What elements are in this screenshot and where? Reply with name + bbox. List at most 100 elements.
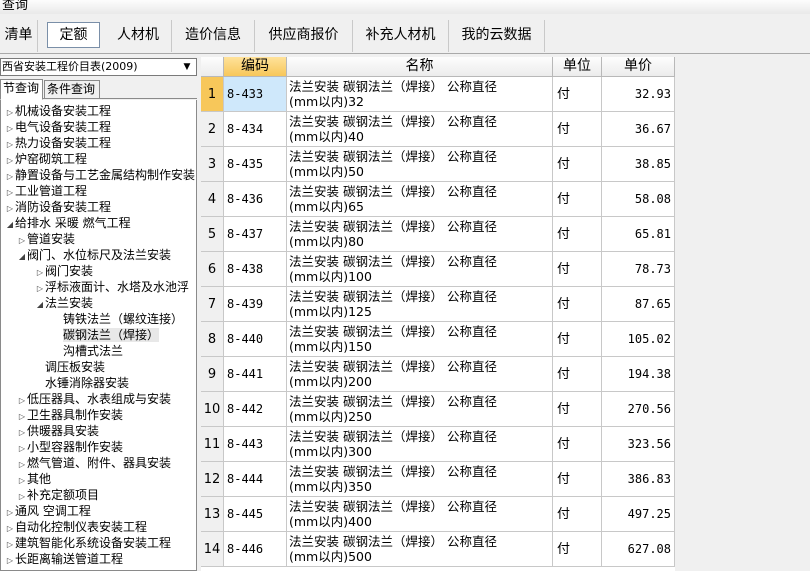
cell-name[interactable]: 法兰安装 碳钢法兰（焊接） 公称直径 (mm以内)300 (287, 427, 553, 462)
cell-name[interactable]: 法兰安装 碳钢法兰（焊接） 公称直径 (mm以内)32 (287, 77, 553, 112)
cell-code[interactable]: 8-438 (224, 252, 287, 287)
tree-item[interactable]: ▷ 通风 空调工程 (5, 503, 91, 519)
cell-code[interactable]: 8-435 (224, 147, 287, 182)
cell-code[interactable]: 8-443 (224, 427, 287, 462)
cell-code[interactable]: 8-436 (224, 182, 287, 217)
tree-item[interactable]: ▷ 管道安装 (17, 231, 75, 247)
cell-unit[interactable]: 付 (553, 287, 602, 322)
header-unit[interactable]: 单位 (553, 57, 602, 77)
cell-unit[interactable]: 付 (553, 462, 602, 497)
tree-item[interactable]: 铸铁法兰（螺纹连接） (53, 311, 183, 327)
cell-unit[interactable]: 付 (553, 252, 602, 287)
tree-item[interactable]: ▷ 热力设备安装工程 (5, 135, 111, 151)
table-row[interactable]: 2 8-434 法兰安装 碳钢法兰（焊接） 公称直径 (mm以内)40 付 36.67 (201, 112, 675, 147)
tree-item[interactable]: ◢ 给排水 采暖 燃气工程 (5, 215, 131, 231)
cell-price[interactable]: 87.65 (602, 287, 675, 322)
cell-name[interactable]: 法兰安装 碳钢法兰（焊接） 公称直径 (mm以内)350 (287, 462, 553, 497)
cell-name[interactable]: 法兰安装 碳钢法兰（焊接） 公称直径 (mm以内)65 (287, 182, 553, 217)
cell-code[interactable]: 8-433 (224, 77, 287, 112)
header-price[interactable]: 单价 (602, 57, 675, 77)
table-row[interactable]: 11 8-443 法兰安装 碳钢法兰（焊接） 公称直径 (mm以内)300 付 323.5… (201, 427, 675, 462)
cell-code[interactable]: 8-442 (224, 392, 287, 427)
cell-name[interactable]: 法兰安装 碳钢法兰（焊接） 公称直径 (mm以内)50 (287, 147, 553, 182)
cell-name[interactable]: 法兰安装 碳钢法兰（焊接） 公称直径 (mm以内)40 (287, 112, 553, 147)
tree-item[interactable]: ▷ 供暖器具安装 (17, 423, 99, 439)
header-name[interactable]: 名称 (287, 57, 553, 77)
table-row[interactable]: 4 8-436 法兰安装 碳钢法兰（焊接） 公称直径 (mm以内)65 付 58.08 (201, 182, 675, 217)
tab-section-query[interactable]: 节查询 (0, 79, 43, 100)
cell-unit[interactable]: 付 (553, 497, 602, 532)
tab-quota[interactable]: 定额 (47, 22, 100, 48)
tree-item[interactable]: ▷ 炉窑砌筑工程 (5, 151, 87, 167)
tree-item[interactable]: ▷ 电气设备安装工程 (5, 119, 111, 135)
cell-unit[interactable]: 付 (553, 322, 602, 357)
cell-unit[interactable]: 付 (553, 532, 602, 567)
tree-item[interactable]: 沟槽式法兰 (53, 343, 123, 359)
cell-unit[interactable]: 付 (553, 77, 602, 112)
cell-unit[interactable]: 付 (553, 357, 602, 392)
cell-unit[interactable]: 付 (553, 217, 602, 252)
table-row[interactable]: 10 8-442 法兰安装 碳钢法兰（焊接） 公称直径 (mm以内)250 付 270.5… (201, 392, 675, 427)
table-row[interactable]: 14 8-446 法兰安装 碳钢法兰（焊接） 公称直径 (mm以内)500 付 627.0… (201, 532, 675, 567)
tree-item[interactable]: ▷ 阀门安装 (35, 263, 93, 279)
tree-item[interactable]: ▷ 消防设备安装工程 (5, 199, 111, 215)
table-row[interactable]: 9 8-441 法兰安装 碳钢法兰（焊接） 公称直径 (mm以内)200 付 194.38 (201, 357, 675, 392)
cell-code[interactable]: 8-445 (224, 497, 287, 532)
cell-price[interactable]: 105.02 (602, 322, 675, 357)
tab-bill-list[interactable]: 清单 (0, 20, 38, 52)
expand-triangle-icon[interactable]: ▷ (5, 553, 15, 569)
tree-item[interactable]: ▷ 燃气管道、附件、器具安装 (17, 455, 171, 471)
table-row[interactable]: 5 8-437 法兰安装 碳钢法兰（焊接） 公称直径 (mm以内)80 付 65.81 (201, 217, 675, 252)
dropdown-arrow-icon[interactable]: ▼ (180, 60, 194, 74)
tree-item[interactable]: ▷ 建筑智能化系统设备安装工程 (5, 535, 171, 551)
tree-item[interactable]: ◢ 阀门、水位标尺及法兰安装 (17, 247, 171, 263)
tab-cost-info[interactable]: 造价信息 (172, 20, 255, 52)
tree-item[interactable]: ▷ 其他 (17, 471, 51, 487)
tree-item[interactable]: ◢ 法兰安装 (35, 295, 93, 311)
tree-item[interactable]: ▷ 卫生器具制作安装 (17, 407, 123, 423)
cell-price[interactable]: 78.73 (602, 252, 675, 287)
table-row[interactable]: 13 8-445 法兰安装 碳钢法兰（焊接） 公称直径 (mm以内)400 付 497.2… (201, 497, 675, 532)
table-row[interactable]: 1 8-433 法兰安装 碳钢法兰（焊接） 公称直径 (mm以内)32 付 32.93 (201, 77, 675, 112)
cell-unit[interactable]: 付 (553, 182, 602, 217)
cell-code[interactable]: 8-439 (224, 287, 287, 322)
table-row[interactable]: 7 8-439 法兰安装 碳钢法兰（焊接） 公称直径 (mm以内)125 付 87.65 (201, 287, 675, 322)
tab-my-cloud-data[interactable]: 我的云数据 (449, 20, 545, 52)
cell-price[interactable]: 386.83 (602, 462, 675, 497)
cell-name[interactable]: 法兰安装 碳钢法兰（焊接） 公称直径 (mm以内)200 (287, 357, 553, 392)
cell-name[interactable]: 法兰安装 碳钢法兰（焊接） 公称直径 (mm以内)500 (287, 532, 553, 567)
cell-code[interactable]: 8-446 (224, 532, 287, 567)
cell-price[interactable]: 194.38 (602, 357, 675, 392)
cell-unit[interactable]: 付 (553, 112, 602, 147)
tree-item[interactable]: ▷ 静置设备与工艺金属结构制作安装 (5, 167, 195, 183)
table-row[interactable]: 12 8-444 法兰安装 碳钢法兰（焊接） 公称直径 (mm以内)350 付 386.8… (201, 462, 675, 497)
tree-item[interactable]: ▷ 自动化控制仪表安装工程 (5, 519, 147, 535)
cell-name[interactable]: 法兰安装 碳钢法兰（焊接） 公称直径 (mm以内)125 (287, 287, 553, 322)
cell-price[interactable]: 58.08 (602, 182, 675, 217)
quota-library-select[interactable]: 西省安装工程价目表(2009) ▼ (0, 58, 197, 76)
cell-unit[interactable]: 付 (553, 147, 602, 182)
header-code[interactable]: 编码 (224, 57, 287, 77)
cell-name[interactable]: 法兰安装 碳钢法兰（焊接） 公称直径 (mm以内)80 (287, 217, 553, 252)
tab-supplement-lmm[interactable]: 补充人材机 (353, 20, 449, 52)
tree-item[interactable]: 碳钢法兰（焊接） (53, 327, 160, 343)
collapse-triangle-icon[interactable]: ◢ (5, 217, 15, 233)
tab-supplier-quote[interactable]: 供应商报价 (255, 20, 353, 52)
table-row[interactable]: 8 8-440 法兰安装 碳钢法兰（焊接） 公称直径 (mm以内)150 付 105.02 (201, 322, 675, 357)
cell-code[interactable]: 8-441 (224, 357, 287, 392)
cell-unit[interactable]: 付 (553, 392, 602, 427)
cell-price[interactable]: 627.08 (602, 532, 675, 567)
cell-price[interactable]: 323.56 (602, 427, 675, 462)
tree-item[interactable]: ▷ 工业管道工程 (5, 183, 87, 199)
tab-labor-material-machine[interactable]: 人材机 (105, 20, 172, 52)
tree-item[interactable]: 调压板安装 (35, 359, 105, 375)
cell-price[interactable]: 65.81 (602, 217, 675, 252)
cell-name[interactable]: 法兰安装 碳钢法兰（焊接） 公称直径 (mm以内)100 (287, 252, 553, 287)
cell-code[interactable]: 8-434 (224, 112, 287, 147)
cell-code[interactable]: 8-444 (224, 462, 287, 497)
cell-name[interactable]: 法兰安装 碳钢法兰（焊接） 公称直径 (mm以内)400 (287, 497, 553, 532)
tree-item[interactable]: ▷ 机械设备安装工程 (5, 103, 111, 119)
cell-code[interactable]: 8-437 (224, 217, 287, 252)
tree-item[interactable]: ▷ 低压器具、水表组成与安装 (17, 391, 171, 407)
table-row[interactable]: 6 8-438 法兰安装 碳钢法兰（焊接） 公称直径 (mm以内)100 付 78.73 (201, 252, 675, 287)
